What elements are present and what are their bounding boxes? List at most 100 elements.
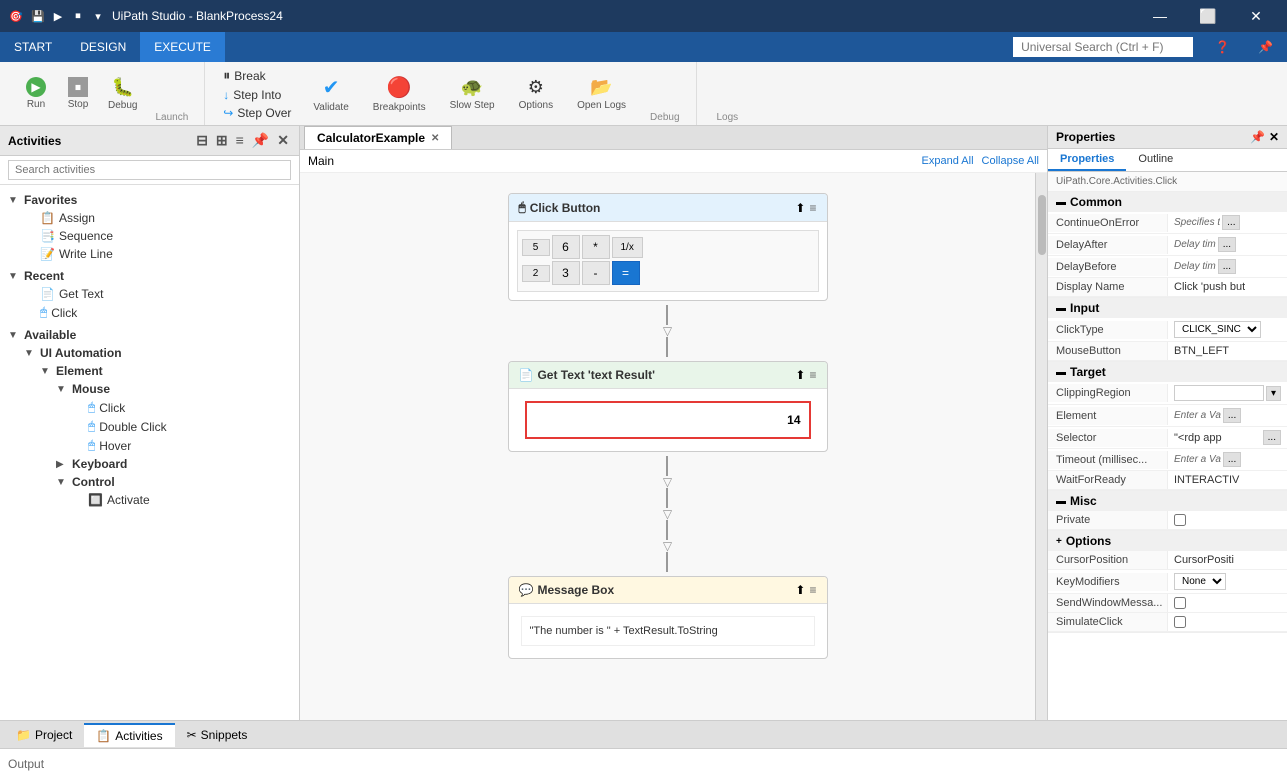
- selector-btn[interactable]: ...: [1263, 430, 1281, 445]
- tree-row-click-recent[interactable]: 🖱 Click: [16, 303, 299, 322]
- clipping-region-dropdown-btn[interactable]: ▾: [1266, 386, 1281, 401]
- run-quick-icon[interactable]: ▶: [50, 8, 66, 24]
- close-panel-icon[interactable]: ✕: [275, 130, 291, 151]
- expand-all-button[interactable]: Expand All: [922, 155, 974, 167]
- tab-properties[interactable]: Properties: [1048, 149, 1126, 171]
- stop-button[interactable]: ⏹ Stop: [58, 73, 98, 114]
- prop-row-private: Private: [1048, 511, 1287, 530]
- key-modifiers-dropdown[interactable]: None: [1174, 573, 1226, 590]
- debug-button[interactable]: 🐛 Debug: [100, 73, 145, 115]
- tree-row-element[interactable]: ▼ Element: [32, 362, 299, 380]
- tree-row-recent[interactable]: ▼ Recent: [0, 267, 299, 285]
- tree-row-keyboard[interactable]: ▶ Keyboard: [48, 455, 299, 473]
- output-area: Output: [0, 748, 1287, 778]
- tab-outline[interactable]: Outline: [1126, 149, 1185, 171]
- simulate-click-checkbox[interactable]: [1174, 616, 1186, 628]
- message-box-expand-icon[interactable]: ⬆: [795, 583, 805, 597]
- help-icon[interactable]: ❓: [1201, 32, 1244, 62]
- universal-search-input[interactable]: [1013, 37, 1193, 57]
- run-button[interactable]: ▶ Run: [16, 73, 56, 114]
- continue-on-error-btn[interactable]: ...: [1222, 215, 1240, 230]
- tab-calculator-example[interactable]: CalculatorExample ✕: [304, 126, 452, 149]
- expand-all-icon[interactable]: ⊞: [214, 130, 230, 151]
- tree-row-double-click[interactable]: 🖱 Double Click: [64, 417, 299, 436]
- tab-activities[interactable]: 📋 Activities: [84, 723, 174, 747]
- validate-button[interactable]: ✔ Validate: [305, 71, 356, 117]
- pin-panel-icon[interactable]: 📌: [250, 130, 271, 151]
- list-view-icon[interactable]: ≡: [234, 130, 246, 151]
- save-icon[interactable]: 💾: [30, 8, 46, 24]
- prop-section-target-header[interactable]: ▬ Target: [1048, 362, 1287, 382]
- tree-row-assign[interactable]: 📋 Assign: [16, 209, 299, 227]
- tree-row-ui-automation[interactable]: ▼ UI Automation: [16, 344, 299, 362]
- canvas-vscroll-thumb[interactable]: [1038, 195, 1046, 255]
- prop-section-misc-header[interactable]: ▬ Misc: [1048, 491, 1287, 511]
- tree-row-control[interactable]: ▼ Control: [48, 473, 299, 491]
- tree-row-available[interactable]: ▼ Available: [0, 326, 299, 344]
- step-over-button[interactable]: ↪ Step Over: [217, 104, 297, 122]
- run-icon: ▶: [26, 77, 46, 97]
- canvas-vscrollbar[interactable]: [1035, 173, 1047, 720]
- options-button[interactable]: ⚙ Options: [511, 73, 561, 115]
- break-label: Break: [234, 69, 265, 83]
- tree-row-click[interactable]: 🖱 Click: [64, 398, 299, 417]
- clipping-region-field[interactable]: [1174, 385, 1264, 401]
- input-collapse-icon: ▬: [1056, 303, 1066, 314]
- pin-properties-icon[interactable]: 📌: [1250, 130, 1265, 144]
- key-modifiers-value: None: [1168, 570, 1287, 593]
- breakpoints-button[interactable]: 🔴 Breakpoints: [365, 71, 434, 117]
- slow-step-button[interactable]: 🐢 Slow Step: [442, 73, 503, 115]
- tree-row-hover[interactable]: 🖱 Hover: [64, 436, 299, 455]
- tab-project[interactable]: 📁 Project: [4, 724, 84, 746]
- click-button-menu[interactable]: ≡: [809, 201, 816, 215]
- more-icon[interactable]: ▾: [90, 8, 106, 24]
- menu-execute[interactable]: EXECUTE: [140, 32, 225, 62]
- display-name-text: Click 'push but: [1174, 281, 1245, 293]
- activate-label: Activate: [107, 493, 150, 507]
- step-into-button[interactable]: ↓ Step Into: [217, 86, 297, 104]
- prop-section-input-header[interactable]: ▬ Input: [1048, 298, 1287, 318]
- collapse-all-icon[interactable]: ⊟: [194, 130, 210, 151]
- tree-row-get-text-recent[interactable]: 📄 Get Text: [16, 285, 299, 303]
- activities-search-input[interactable]: [8, 160, 291, 180]
- activities-panel-title: Activities: [8, 134, 61, 148]
- prop-section-options-header[interactable]: + Options: [1048, 531, 1287, 551]
- open-logs-button[interactable]: 📂 Open Logs: [569, 73, 634, 115]
- tab-snippets[interactable]: ✂ Snippets: [175, 724, 260, 746]
- tree-row-mouse[interactable]: ▼ Mouse: [48, 380, 299, 398]
- double-click-label: Double Click: [99, 420, 166, 434]
- break-button[interactable]: ⏸ Break: [217, 65, 297, 86]
- tree-row-activate[interactable]: 🔲 Activate: [64, 491, 299, 509]
- collapse-all-button[interactable]: Collapse All: [982, 155, 1039, 167]
- prop-row-timeout: Timeout (millisec... Enter a Va ...: [1048, 449, 1287, 471]
- maximize-button[interactable]: ⬜: [1185, 0, 1231, 32]
- timeout-btn[interactable]: ...: [1223, 452, 1241, 467]
- menu-start[interactable]: START: [0, 32, 66, 62]
- element-btn[interactable]: ...: [1223, 408, 1241, 423]
- close-button[interactable]: ✕: [1233, 0, 1279, 32]
- send-window-message-checkbox[interactable]: [1174, 597, 1186, 609]
- tree-row-favorites[interactable]: ▼ Favorites: [0, 191, 299, 209]
- click-type-dropdown[interactable]: CLICK_SINC: [1174, 321, 1261, 338]
- menu-design[interactable]: DESIGN: [66, 32, 140, 62]
- tree-row-sequence[interactable]: 📑 Sequence: [16, 227, 299, 245]
- activities-tab-label: Activities: [115, 729, 162, 743]
- get-text-expand-icon[interactable]: ⬆: [795, 368, 805, 382]
- delay-before-btn[interactable]: ...: [1218, 259, 1236, 274]
- prop-section-common-header[interactable]: ▬ Common: [1048, 192, 1287, 212]
- close-properties-icon[interactable]: ✕: [1269, 130, 1279, 144]
- stop-quick-icon[interactable]: ⏹: [70, 8, 86, 24]
- click-button-expand-icon[interactable]: ⬆: [795, 201, 805, 215]
- bottom-tabs: 📁 Project 📋 Activities ✂ Snippets: [0, 720, 1287, 748]
- tree-row-writeline[interactable]: 📝 Write Line: [16, 245, 299, 263]
- tab-close-icon[interactable]: ✕: [431, 133, 439, 144]
- delay-after-btn[interactable]: ...: [1218, 237, 1236, 252]
- pin-icon[interactable]: 📌: [1244, 32, 1287, 62]
- element-children: ▼ Mouse 🖱 Click: [32, 380, 299, 509]
- minimize-button[interactable]: —: [1137, 0, 1183, 32]
- message-box-menu[interactable]: ≡: [809, 583, 816, 597]
- element-label: Element: [1048, 407, 1168, 425]
- private-checkbox[interactable]: [1174, 514, 1186, 526]
- get-text-menu[interactable]: ≡: [809, 368, 816, 382]
- calc-btn-eq[interactable]: =: [612, 261, 640, 285]
